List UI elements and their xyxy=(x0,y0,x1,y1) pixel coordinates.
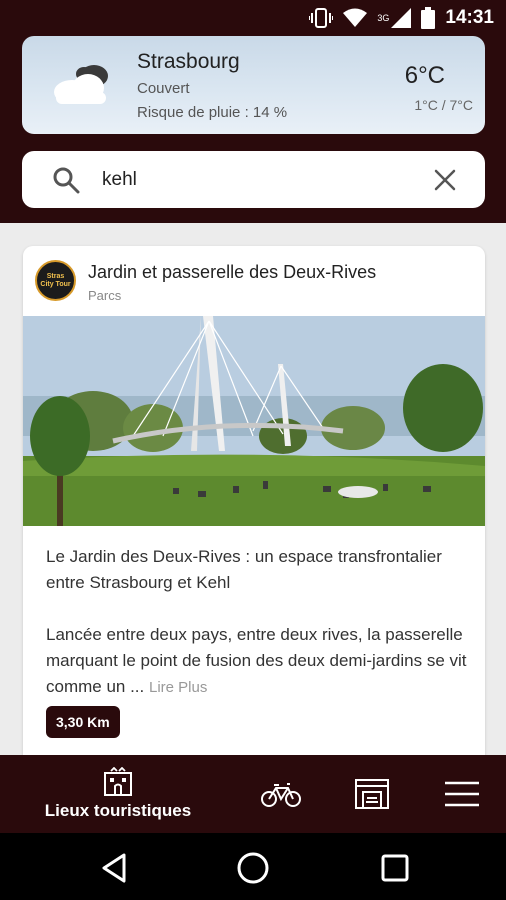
distance-badge: 3,30 Km xyxy=(46,706,120,738)
bicycle-icon xyxy=(261,783,301,807)
home-icon[interactable] xyxy=(236,851,270,885)
place-description: Lancée entre deux pays, entre deux rives… xyxy=(46,622,471,701)
nav-menu[interactable] xyxy=(440,755,484,833)
parking-garage-icon xyxy=(355,779,389,809)
weather-range: 1°C / 7°C xyxy=(414,97,473,113)
logo-line-1: Stras xyxy=(46,272,65,280)
status-icons: 3G 14:31 xyxy=(309,6,494,30)
system-nav-bar xyxy=(0,833,506,900)
place-category: Parcs xyxy=(88,288,122,303)
bottom-nav: Lieux touristiques xyxy=(0,755,506,833)
landmark-icon xyxy=(104,767,132,796)
place-photo[interactable] xyxy=(23,316,485,526)
back-icon[interactable] xyxy=(98,851,132,885)
weather-condition: Couvert xyxy=(137,80,190,97)
menu-icon xyxy=(445,781,479,807)
place-card[interactable]: Stras City Tour Jardin et passerelle des… xyxy=(23,246,485,766)
weather-rain-risk: Risque de pluie : 14 % xyxy=(137,104,288,121)
city-tour-logo: Stras City Tour xyxy=(35,260,76,301)
close-icon[interactable] xyxy=(433,168,457,192)
recent-apps-icon[interactable] xyxy=(378,851,412,885)
signal-icon xyxy=(391,8,412,28)
clock: 14:31 xyxy=(445,7,494,28)
place-description-text: Lancée entre deux pays, entre deux rives… xyxy=(46,625,467,696)
search-bar xyxy=(22,151,485,208)
nav-tourist-places[interactable]: Lieux touristiques xyxy=(20,755,216,833)
battery-icon xyxy=(421,7,436,29)
network-type: 3G xyxy=(377,13,390,23)
nav-parking[interactable] xyxy=(350,755,394,833)
weather-widget[interactable]: Strasbourg Couvert Risque de pluie : 14 … xyxy=(22,36,485,134)
weather-city: Strasbourg xyxy=(137,50,240,73)
cloudy-icon xyxy=(54,65,108,104)
nav-bicycle[interactable] xyxy=(258,755,304,833)
read-more-link[interactable]: Lire Plus xyxy=(149,679,207,696)
nav-label-tourist-places: Lieux touristiques xyxy=(44,801,192,820)
search-icon[interactable] xyxy=(52,166,80,194)
search-input[interactable] xyxy=(102,165,422,195)
place-title[interactable]: Jardin et passerelle des Deux-Rives xyxy=(88,262,376,283)
place-headline: Le Jardin des Deux-Rives : un espace tra… xyxy=(46,547,442,592)
weather-temperature: 6°C xyxy=(404,62,445,89)
header: Strasbourg Couvert Risque de pluie : 14 … xyxy=(0,36,506,223)
logo-line-2: City Tour xyxy=(40,280,71,288)
wifi-icon xyxy=(343,8,368,27)
vibrate-icon xyxy=(309,8,334,28)
status-bar: 3G 14:31 xyxy=(0,0,506,36)
